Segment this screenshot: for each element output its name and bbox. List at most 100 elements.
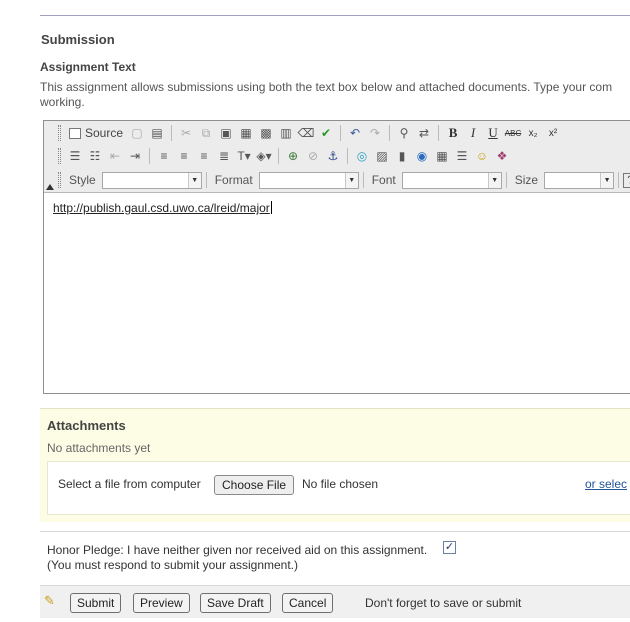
- editor-content[interactable]: http://publish.gaul.csd.uwo.ca/lreid/maj…: [53, 201, 272, 215]
- editor-link-text[interactable]: http://publish.gaul.csd.uwo.ca/lreid/maj…: [53, 201, 270, 215]
- copy-icon[interactable]: ⧉: [196, 123, 216, 143]
- attachments-title: Attachments: [47, 418, 126, 433]
- font-label: Font: [371, 173, 396, 187]
- attachments-empty-text: No attachments yet: [47, 441, 151, 455]
- file-select-box: Select a file from computer Choose File …: [47, 461, 630, 515]
- instructions-line-2: working.: [40, 95, 85, 109]
- paste-text-icon[interactable]: ▦: [236, 123, 256, 143]
- table-icon[interactable]: ▦: [432, 146, 452, 166]
- outdent-icon[interactable]: ⇤: [105, 146, 125, 166]
- chevron-down-icon: ▼: [487, 172, 501, 188]
- honor-pledge-note: (You must respond to submit your assignm…: [47, 558, 299, 572]
- source-button[interactable]: Source: [65, 123, 127, 143]
- indent-icon[interactable]: ⇥: [125, 146, 145, 166]
- new-page-icon[interactable]: ▢: [127, 123, 147, 143]
- or-select-link[interactable]: or selec: [585, 477, 627, 491]
- instructions-text: This assignment allows submissions using…: [40, 80, 630, 110]
- instructions-line-1: This assignment allows submissions using…: [40, 80, 613, 94]
- toolbar-separator: [340, 125, 342, 141]
- size-select[interactable]: ▼: [544, 171, 615, 189]
- text-caret: [270, 201, 272, 214]
- honor-pledge-text: Honor Pledge: I have neither given nor r…: [47, 543, 428, 557]
- justify-icon[interactable]: ≣: [214, 146, 234, 166]
- toolbar-row-2: ☰ ☷ ⇤ ⇥ ≡ ≡ ≡ ≣ T▾ ◈▾ ⊕ ⊘ ⚓ ◎ ▨ ▮ ◉ ▦ ☰ …: [58, 145, 512, 167]
- toolbar-separator: [278, 148, 279, 164]
- rich-text-editor[interactable]: Source ▢ ▤ ✂ ⧉ ▣ ▦ ▩ ▥ ⌫ ✔ ↶ ↷ ⚲ ⇄ B I U…: [43, 120, 630, 394]
- pencil-icon: ✎: [44, 593, 55, 608]
- style-select[interactable]: ▼: [101, 171, 202, 189]
- redo-icon[interactable]: ↷: [365, 123, 385, 143]
- honor-pledge: Honor Pledge: I have neither given nor r…: [40, 531, 630, 577]
- toolbar-separator: [347, 148, 348, 164]
- toolbar-separator: [362, 172, 364, 188]
- spellcheck-icon[interactable]: ✔: [316, 123, 336, 143]
- paste-word-icon[interactable]: ▩: [256, 123, 276, 143]
- special-char-icon[interactable]: ❖: [492, 146, 512, 166]
- toolbar-separator: [171, 125, 173, 141]
- media-icon[interactable]: ◉: [412, 146, 432, 166]
- select-file-label: Select a file from computer: [58, 477, 201, 491]
- source-icon: [69, 127, 81, 139]
- section-title: Submission: [41, 32, 115, 47]
- strikethrough-icon[interactable]: ABC: [503, 123, 523, 143]
- toolbar-row-1: Source ▢ ▤ ✂ ⧉ ▣ ▦ ▩ ▥ ⌫ ✔ ↶ ↷ ⚲ ⇄ B I U…: [58, 122, 563, 144]
- chevron-down-icon: ▼: [600, 172, 614, 188]
- style-label: Style: [69, 173, 96, 187]
- anchor-icon[interactable]: ⚓: [323, 146, 343, 166]
- honor-pledge-checkbox[interactable]: ✓: [443, 541, 456, 554]
- preview-button[interactable]: Preview: [133, 593, 190, 613]
- source-label: Source: [85, 126, 124, 140]
- italic-icon[interactable]: I: [463, 123, 483, 143]
- toolbar-separator: [505, 172, 507, 188]
- find-icon[interactable]: ⚲: [394, 123, 414, 143]
- toolbar-grip: [58, 125, 61, 141]
- align-right-icon[interactable]: ≡: [194, 146, 214, 166]
- superscript-icon[interactable]: x²: [543, 123, 563, 143]
- bulleted-list-icon[interactable]: ☷: [85, 146, 105, 166]
- toolbar-grip: [58, 172, 61, 188]
- bold-icon[interactable]: B: [443, 123, 463, 143]
- help-icon[interactable]: ?: [623, 172, 630, 188]
- toolbar-row-3: Style ▼ Format ▼ Font ▼ Size ▼ ?: [58, 169, 630, 191]
- text-color-icon[interactable]: T▾: [234, 146, 254, 166]
- save-draft-button[interactable]: Save Draft: [200, 593, 271, 613]
- toolbar-separator: [205, 172, 207, 188]
- remove-format-icon[interactable]: ⌫: [296, 123, 316, 143]
- toolbar-separator: [149, 148, 150, 164]
- replace-icon[interactable]: ⇄: [414, 123, 434, 143]
- chevron-down-icon: ▼: [344, 172, 358, 188]
- collapse-toolbar-icon[interactable]: [46, 184, 54, 190]
- font-select[interactable]: ▼: [401, 171, 502, 189]
- unlink-icon[interactable]: ⊘: [303, 146, 323, 166]
- cut-icon[interactable]: ✂: [176, 123, 196, 143]
- align-center-icon[interactable]: ≡: [174, 146, 194, 166]
- cancel-button[interactable]: Cancel: [282, 593, 334, 613]
- underline-icon[interactable]: U: [483, 123, 503, 143]
- numbered-list-icon[interactable]: ☰: [65, 146, 85, 166]
- swirl-icon[interactable]: ◎: [352, 146, 372, 166]
- align-left-icon[interactable]: ≡: [154, 146, 174, 166]
- format-select[interactable]: ▼: [258, 171, 359, 189]
- attachments-panel: Attachments No attachments yet Select a …: [40, 408, 630, 522]
- horizontal-rule-icon[interactable]: ☰: [452, 146, 472, 166]
- chevron-down-icon: ▼: [187, 172, 201, 188]
- image-icon[interactable]: ▨: [372, 146, 392, 166]
- flash-icon[interactable]: ▮: [392, 146, 412, 166]
- toolbar-separator: [389, 125, 391, 141]
- format-label: Format: [214, 173, 253, 187]
- paste-icon[interactable]: ▣: [216, 123, 236, 143]
- editor-toolbar: Source ▢ ▤ ✂ ⧉ ▣ ▦ ▩ ▥ ⌫ ✔ ↶ ↷ ⚲ ⇄ B I U…: [44, 121, 630, 193]
- submit-button[interactable]: Submit: [70, 593, 122, 613]
- templates-icon[interactable]: ▤: [147, 123, 167, 143]
- subscript-icon[interactable]: x₂: [523, 123, 543, 143]
- undo-icon[interactable]: ↶: [345, 123, 365, 143]
- size-label: Size: [514, 173, 539, 187]
- link-icon[interactable]: ⊕: [283, 146, 303, 166]
- top-divider: [40, 15, 630, 16]
- choose-file-button[interactable]: Choose File: [214, 475, 295, 495]
- background-color-icon[interactable]: ◈▾: [254, 146, 274, 166]
- select-all-icon[interactable]: ▥: [276, 123, 296, 143]
- action-bar: ✎ Submit Preview Save Draft Cancel Don't…: [40, 585, 630, 618]
- smiley-icon[interactable]: ☺: [472, 146, 492, 166]
- toolbar-separator: [438, 125, 440, 141]
